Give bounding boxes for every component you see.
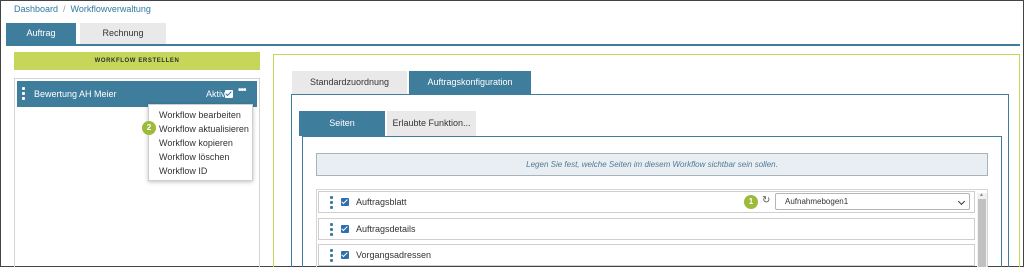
workflow-status: Aktiv (206, 89, 226, 99)
pages-hint: Legen Sie fest, welche Seiten im diesem … (316, 153, 988, 176)
page-label: Auftragsblatt (356, 197, 407, 207)
annotation-badge-2: 2 (142, 121, 156, 135)
tab-underline (6, 44, 1020, 46)
chevron-down-icon (957, 197, 966, 206)
scroll-up-icon[interactable]: ▲ (979, 192, 984, 198)
scrollbar-thumb[interactable] (978, 199, 986, 267)
workflow-context-menu: Workflow bearbeiten Workflow aktualisier… (148, 104, 253, 181)
menu-item-delete[interactable]: Workflow löschen (159, 152, 229, 162)
drag-handle-icon[interactable] (330, 223, 333, 238)
drag-handle-icon[interactable] (22, 87, 25, 102)
page-label: Vorgangsadressen (356, 250, 432, 260)
breadcrumb-workflowverwaltung[interactable]: Workflowverwaltung (71, 4, 151, 14)
checkbox-checked-icon[interactable] (341, 225, 349, 233)
tab-auftrag[interactable]: Auftrag (6, 23, 76, 44)
menu-item-update[interactable]: Workflow aktualisieren (159, 124, 249, 134)
active-checkbox-icon[interactable] (225, 90, 233, 98)
page-label: Auftragsdetails (356, 224, 416, 234)
tab-standardzuordnung[interactable]: Standardzuordnung (292, 71, 407, 94)
tab-seiten[interactable]: Seiten (299, 111, 385, 136)
checkbox-checked-icon[interactable] (341, 251, 349, 259)
more-dots-icon[interactable]: ••• (238, 85, 246, 96)
checkbox-checked-icon[interactable] (341, 198, 349, 206)
menu-item-id[interactable]: Workflow ID (159, 166, 207, 176)
tab-erlaubte-funktionen[interactable]: Erlaubte Funktion... (387, 111, 476, 136)
breadcrumb-separator: / (63, 4, 66, 14)
refresh-icon[interactable]: ↻ (762, 196, 770, 206)
workflow-name: Bewertung AH Meier (34, 89, 117, 99)
template-select-value: Aufnahmebogen1 (785, 197, 849, 206)
menu-item-edit[interactable]: Workflow bearbeiten (159, 110, 241, 120)
template-select[interactable]: Aufnahmebogen1 (775, 193, 970, 210)
page-row-auftragsdetails[interactable]: Auftragsdetails (318, 218, 975, 240)
breadcrumb: Dashboard / Workflowverwaltung (14, 4, 151, 14)
menu-item-copy[interactable]: Workflow kopieren (159, 138, 233, 148)
breadcrumb-dashboard-link[interactable]: Dashboard (14, 4, 58, 14)
tab-auftragskonfiguration[interactable]: Auftragskonfiguration (409, 71, 531, 94)
drag-handle-icon[interactable] (330, 196, 333, 211)
tab-rechnung[interactable]: Rechnung (80, 23, 166, 44)
page-row-vorgangsadressen[interactable]: Vorgangsadressen (318, 244, 975, 266)
drag-handle-icon[interactable] (330, 249, 333, 264)
annotation-badge-1: 1 (744, 195, 758, 209)
create-workflow-button[interactable]: WORKFLOW ERSTELLEN (14, 52, 260, 70)
